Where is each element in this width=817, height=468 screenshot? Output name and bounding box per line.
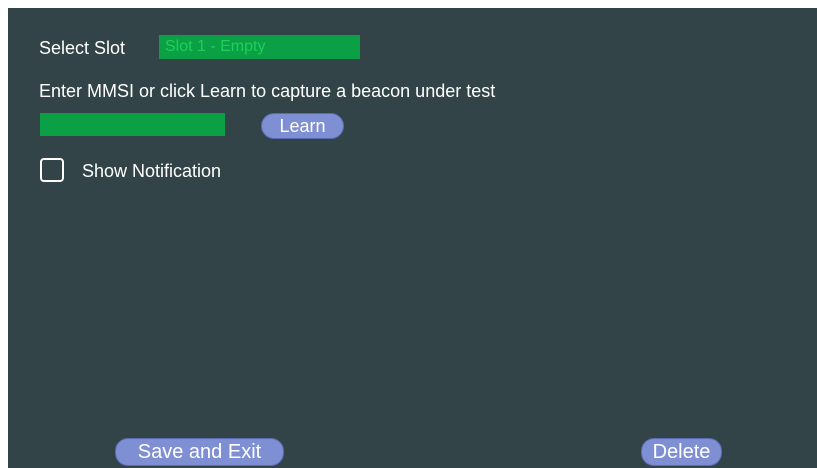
slot-config-screen: Select Slot Slot 1 - Empty Enter MMSI or… (8, 8, 817, 468)
mmsi-instruction-text: Enter MMSI or click Learn to capture a b… (39, 81, 496, 101)
mmsi-input[interactable] (40, 113, 225, 136)
select-slot-label: Select Slot (39, 38, 126, 58)
show-notification-checkbox[interactable] (40, 158, 64, 182)
show-notification-label: Show Notification (82, 161, 222, 181)
delete-button[interactable]: Delete (641, 438, 722, 466)
learn-button[interactable]: Learn (261, 113, 344, 139)
slot-select-value: Slot 1 - Empty (165, 38, 266, 55)
slot-select[interactable]: Slot 1 - Empty (159, 35, 360, 59)
save-and-exit-button[interactable]: Save and Exit (115, 438, 284, 466)
